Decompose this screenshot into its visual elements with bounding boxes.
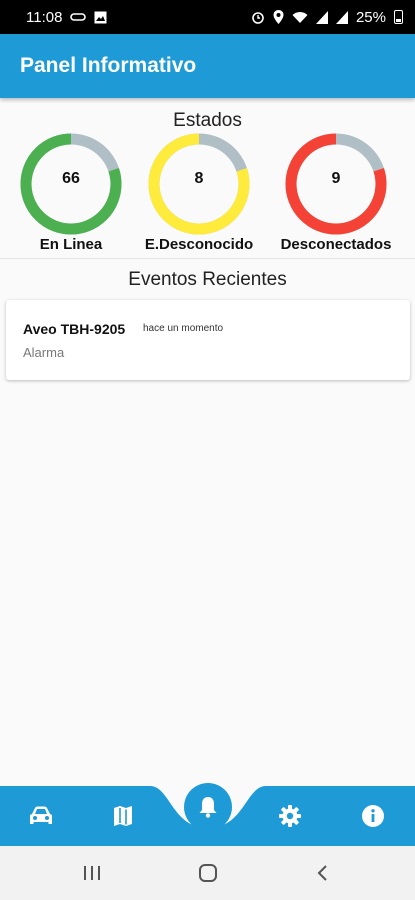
- screen: 11:08 25% Panel Informativo Estados 66 E…: [0, 0, 415, 900]
- back-icon[interactable]: [309, 860, 337, 886]
- status-bar: 11:08 25%: [0, 0, 415, 34]
- app-bar: Panel Informativo: [0, 34, 415, 98]
- car-icon[interactable]: [23, 802, 59, 830]
- signal-icon: [335, 10, 348, 24]
- gauge-desconectados[interactable]: 9 Desconectados: [268, 132, 404, 256]
- gauge-label: Desconectados: [280, 236, 392, 253]
- battery-icon: [394, 10, 403, 24]
- map-icon[interactable]: [105, 802, 141, 830]
- gauge-value: 9: [331, 170, 341, 187]
- system-nav: [0, 846, 415, 900]
- signal-icon: [315, 10, 328, 24]
- bell-icon[interactable]: [184, 783, 232, 831]
- wifi-icon: [292, 11, 308, 24]
- image-icon: [94, 11, 107, 24]
- gauge-label: E.Desconocido: [144, 236, 254, 253]
- gauge-en-linea[interactable]: 66 En Linea: [3, 132, 139, 256]
- recents-icon[interactable]: [78, 860, 106, 886]
- page-title: Panel Informativo: [20, 54, 197, 77]
- divider: [0, 258, 415, 259]
- event-card[interactable]: Aveo TBH-9205 hace un momento Alarma: [6, 300, 410, 380]
- gauge-desconocido[interactable]: 8 E.Desconocido: [131, 132, 267, 256]
- gauge-label: En Linea: [39, 236, 103, 253]
- status-time: 11:08: [26, 8, 63, 26]
- gauge-value: 66: [62, 170, 80, 187]
- home-icon[interactable]: [194, 860, 222, 886]
- event-type: Alarma: [23, 345, 65, 360]
- location-icon: [273, 10, 284, 24]
- event-time: hace un momento: [143, 323, 224, 334]
- eventos-title: Eventos Recientes: [128, 269, 287, 290]
- gauge-value: 8: [194, 170, 204, 187]
- gear-icon[interactable]: [272, 802, 308, 830]
- alarm-icon: [251, 10, 265, 24]
- bottom-nav: [0, 783, 415, 846]
- event-vehicle: Aveo TBH-9205: [23, 321, 126, 337]
- battery-percent: 25%: [355, 8, 386, 26]
- estados-title: Estados: [173, 110, 242, 131]
- status-gauges: 66 En Linea 8 E.Desconocido 9 Desconecta…: [0, 132, 415, 256]
- info-icon[interactable]: [355, 802, 391, 830]
- link-icon: [70, 12, 87, 22]
